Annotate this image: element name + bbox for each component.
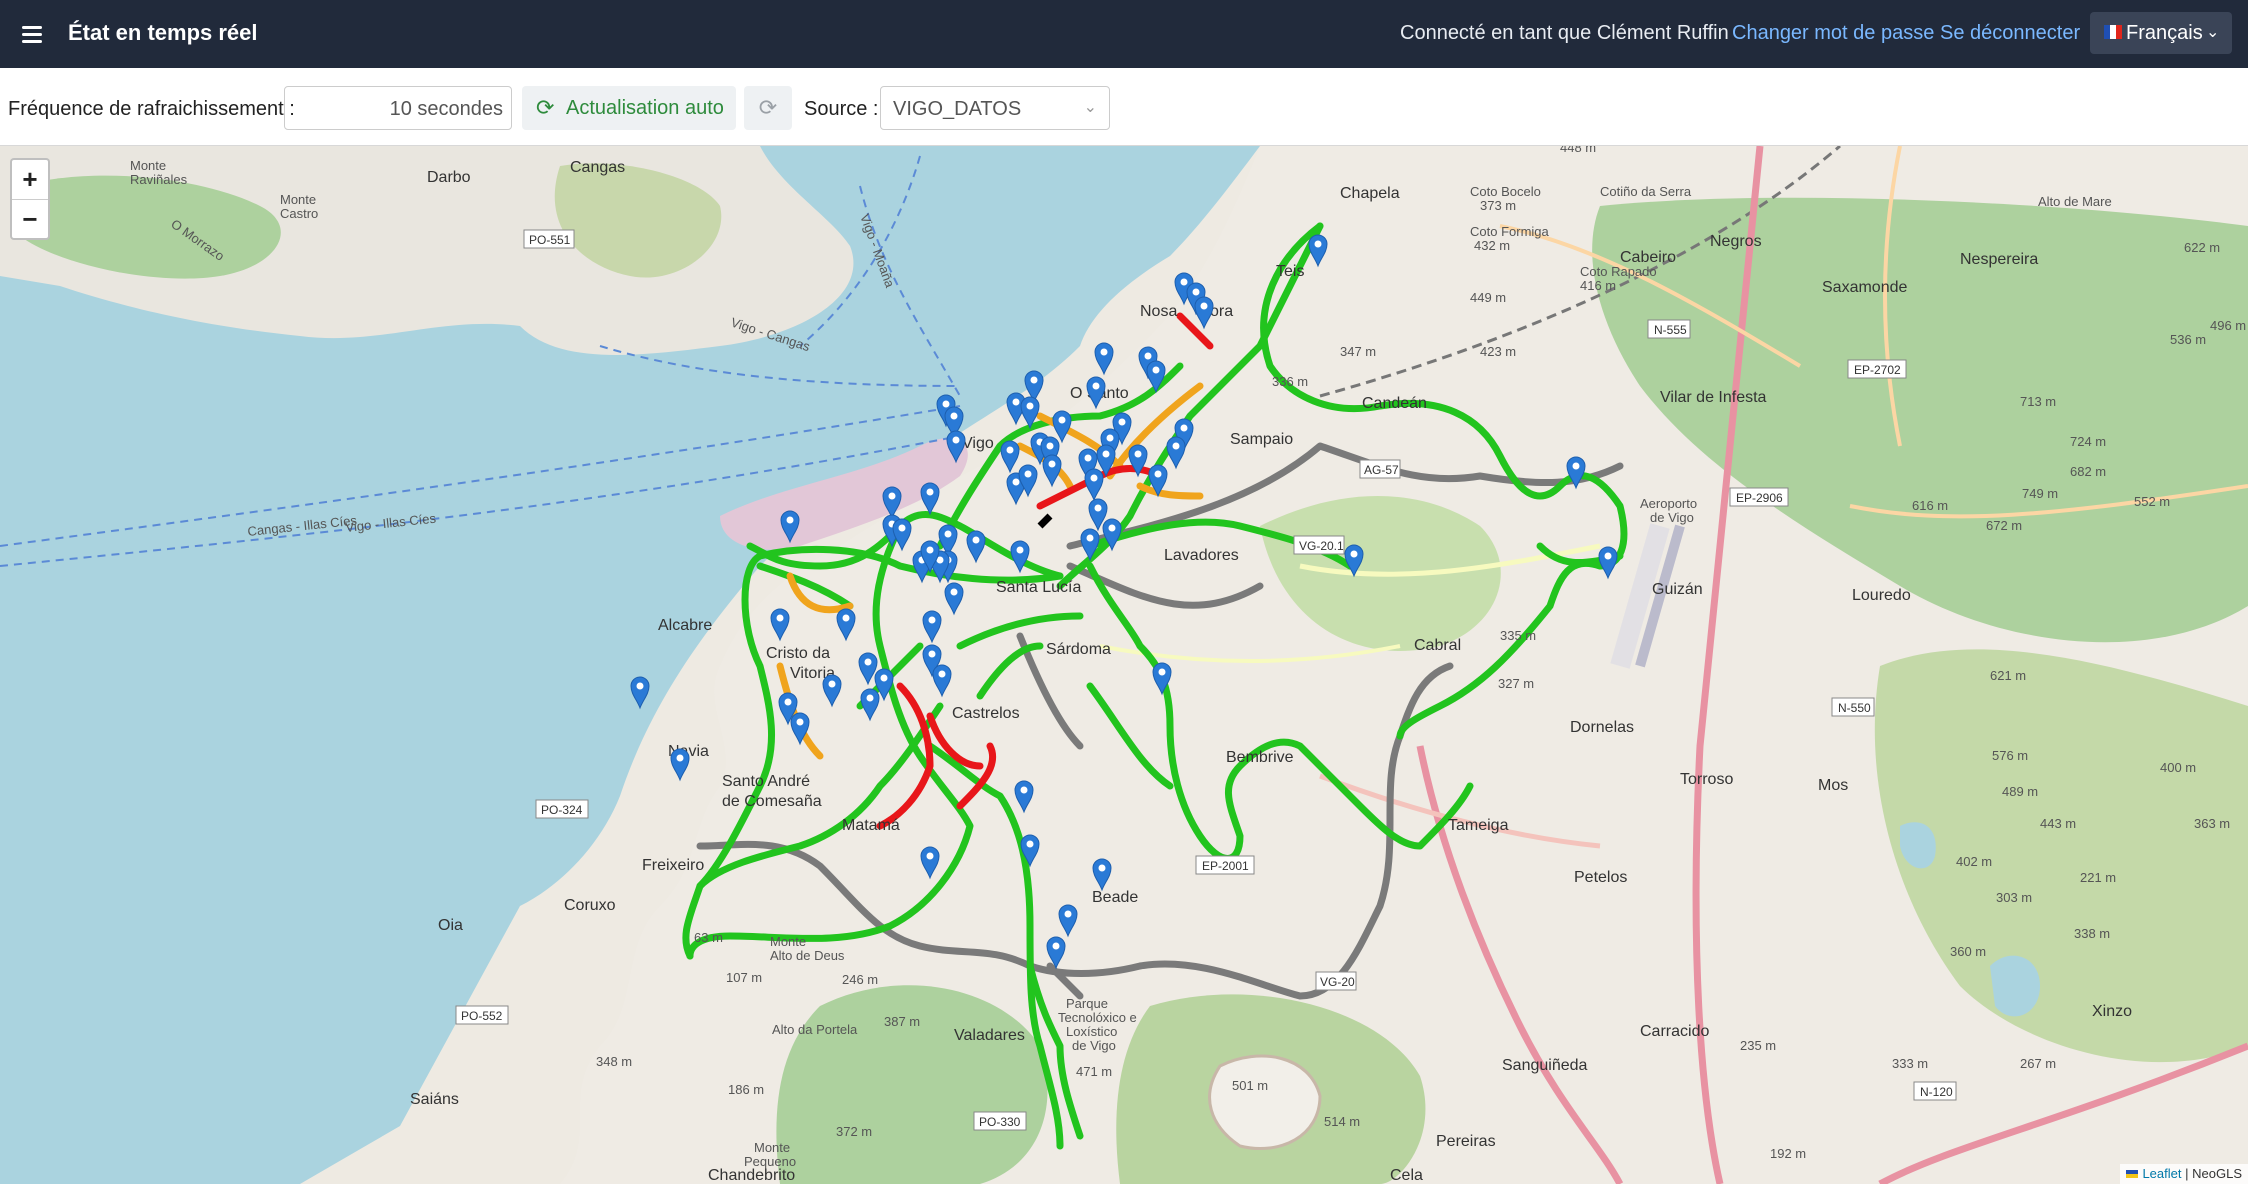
- refresh-icon: ⟳: [758, 95, 778, 120]
- language-label: Français: [2126, 22, 2203, 44]
- zoom-out-button[interactable]: −: [12, 200, 48, 239]
- chevron-down-icon: ⌄: [1083, 99, 1097, 116]
- map-marker-icon[interactable]: [822, 674, 842, 708]
- map-marker-icon[interactable]: [1166, 436, 1186, 470]
- map-marker-icon[interactable]: [1194, 296, 1214, 330]
- map-marker-icon[interactable]: [780, 510, 800, 544]
- map-marker-icon[interactable]: [882, 486, 902, 520]
- map-marker-icon[interactable]: [1080, 528, 1100, 562]
- map-marker-icon[interactable]: [1148, 464, 1168, 498]
- attribution-separator: |: [2185, 1166, 2189, 1181]
- map-marker-icon[interactable]: [922, 610, 942, 644]
- leaflet-link[interactable]: Leaflet: [2142, 1166, 2181, 1181]
- chevron-down-icon: ⌄: [2206, 24, 2220, 41]
- map-marker-icon[interactable]: [1052, 410, 1072, 444]
- map-marker-icon[interactable]: [836, 608, 856, 642]
- map-marker-icon[interactable]: [1598, 546, 1618, 580]
- map-marker-icon[interactable]: [1086, 376, 1106, 410]
- hamburger-menu-icon[interactable]: [18, 20, 48, 48]
- map-marker-icon[interactable]: [1020, 396, 1040, 430]
- map-marker-icon[interactable]: [932, 664, 952, 698]
- change-password-link[interactable]: Changer mot de passe: [1732, 22, 1934, 45]
- map-attribution: Leaflet | NeoGLS: [2120, 1164, 2248, 1184]
- source-selected-value: VIGO_DATOS: [893, 98, 1022, 120]
- map-marker-icon[interactable]: [860, 688, 880, 722]
- map-marker-icon[interactable]: [944, 582, 964, 616]
- map-marker-icon[interactable]: [1042, 454, 1062, 488]
- map-marker-icon[interactable]: [1084, 468, 1104, 502]
- map-marker-icon[interactable]: [1344, 544, 1364, 578]
- france-flag-icon: [2104, 25, 2122, 39]
- connected-user-text: Connecté en tant que Clément Ruffin: [1400, 22, 1729, 44]
- zoom-in-button[interactable]: +: [12, 160, 48, 200]
- map-marker-icon[interactable]: [1102, 518, 1122, 552]
- map-marker-icon[interactable]: [1566, 456, 1586, 490]
- refresh-frequency-label: Fréquence de rafraichissement :: [8, 98, 295, 120]
- map-marker-icon[interactable]: [946, 430, 966, 464]
- auto-refresh-label: Actualisation auto: [566, 97, 724, 119]
- logout-link[interactable]: Se déconnecter: [1940, 22, 2080, 45]
- manual-refresh-button[interactable]: ⟳: [744, 86, 792, 130]
- leaflet-flag-icon: [2126, 1170, 2139, 1178]
- map-marker-icon[interactable]: [1308, 234, 1328, 268]
- map-marker-icon[interactable]: [1058, 904, 1078, 938]
- map-marker-icon[interactable]: [770, 608, 790, 642]
- refresh-frequency-input[interactable]: 10 secondes: [284, 86, 512, 130]
- map-marker-icon[interactable]: [790, 712, 810, 746]
- map-marker-icon[interactable]: [1010, 540, 1030, 574]
- map-marker-icon[interactable]: [1128, 444, 1148, 478]
- traffic-map[interactable]: Darbo Cangas Monte Raviñales Monte Castr…: [0, 146, 2248, 1184]
- sensor-markers: [630, 234, 1618, 970]
- refresh-cycle-icon: ⟳: [536, 95, 555, 120]
- attribution-provider: NeoGLS: [2192, 1166, 2242, 1181]
- language-selector[interactable]: Français ⌄: [2090, 12, 2232, 54]
- zoom-control: + −: [10, 158, 50, 240]
- map-marker-icon[interactable]: [1014, 780, 1034, 814]
- auto-refresh-button[interactable]: ⟳ Actualisation auto: [522, 86, 736, 130]
- refresh-toolbar: Fréquence de rafraichissement : 10 secon…: [0, 68, 2248, 146]
- map-marker-icon[interactable]: [1094, 342, 1114, 376]
- source-select[interactable]: VIGO_DATOS ⌄: [880, 86, 1110, 130]
- map-marker-icon[interactable]: [966, 530, 986, 564]
- map-marker-icon[interactable]: [1152, 662, 1172, 696]
- map-marker-icon[interactable]: [1020, 834, 1040, 868]
- map-marker-icon[interactable]: [858, 652, 878, 686]
- map-marker-icon[interactable]: [892, 518, 912, 552]
- page-title: État en temps réel: [68, 20, 258, 45]
- map-marker-icon[interactable]: [920, 846, 940, 880]
- top-navbar: État en temps réel Connecté en tant que …: [0, 0, 2248, 68]
- map-marker-icon[interactable]: [1092, 858, 1112, 892]
- map-marker-icon[interactable]: [1000, 440, 1020, 474]
- map-marker-icon[interactable]: [920, 482, 940, 516]
- map-marker-icon[interactable]: [670, 748, 690, 782]
- map-marker-icon[interactable]: [1046, 936, 1066, 970]
- source-label: Source :: [804, 98, 879, 120]
- map-marker-icon[interactable]: [1146, 360, 1166, 394]
- map-marker-icon[interactable]: [630, 676, 650, 710]
